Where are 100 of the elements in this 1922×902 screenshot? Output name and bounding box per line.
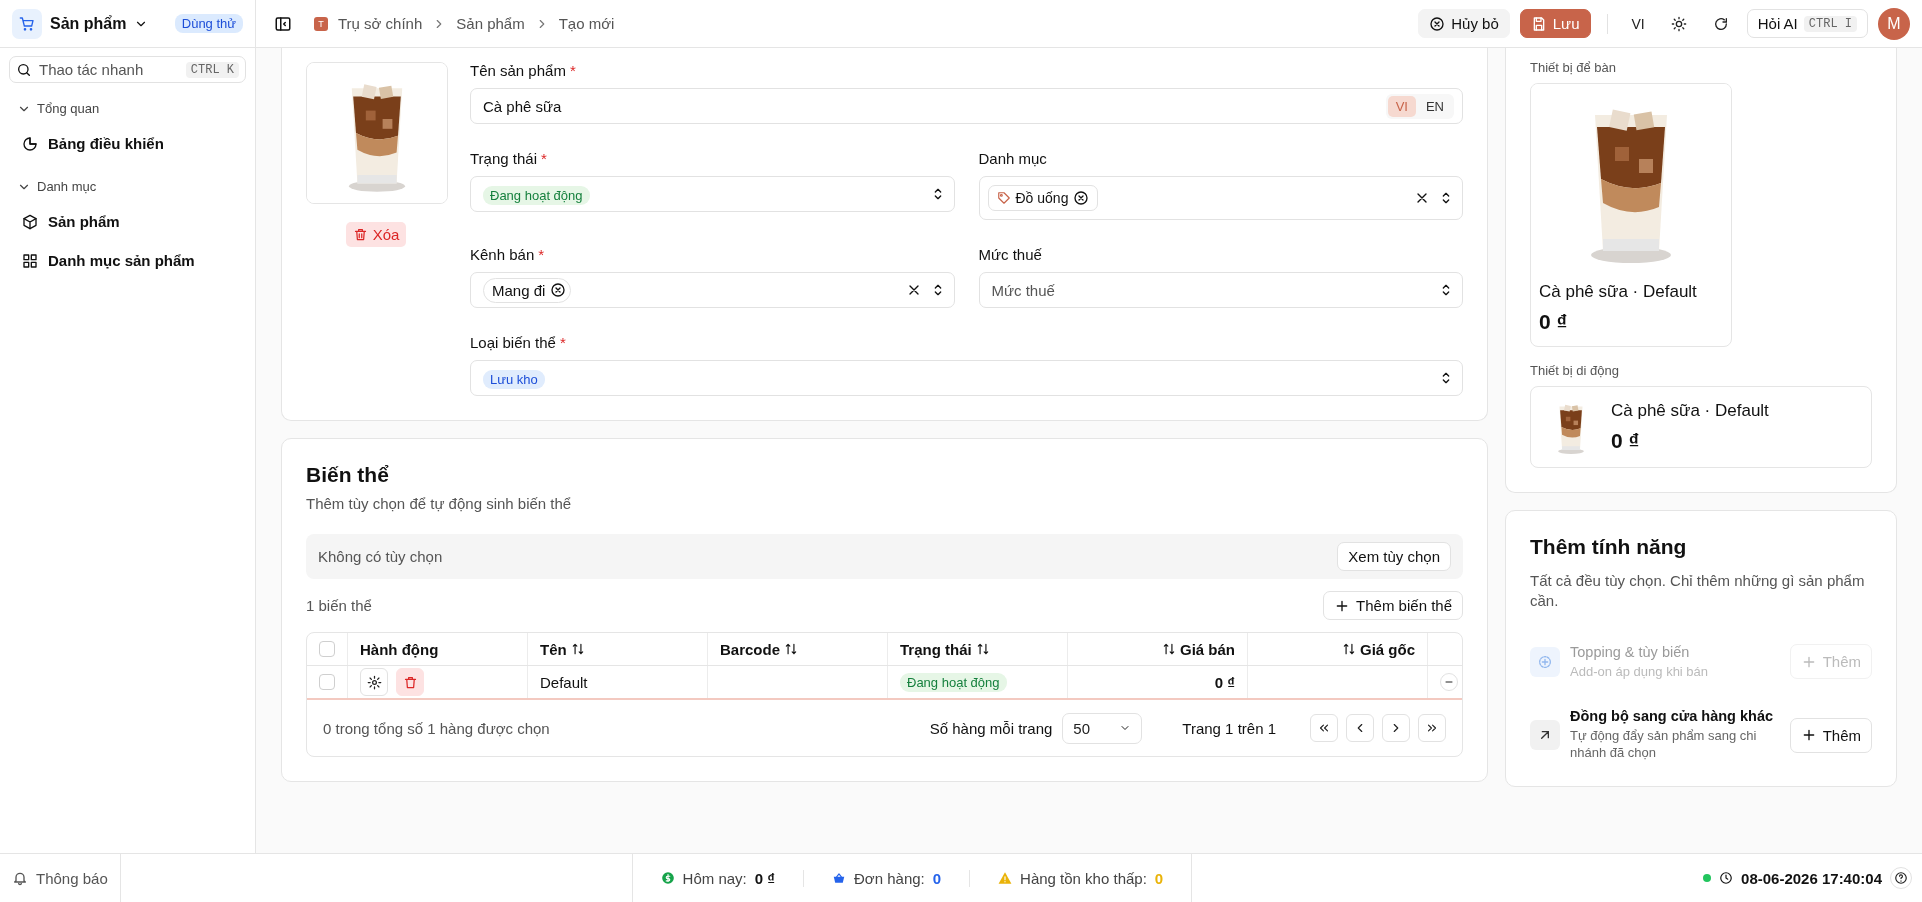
first-page-button[interactable] — [1310, 714, 1338, 742]
tag-icon — [996, 191, 1011, 205]
product-name-field[interactable]: Cà phê sữa VI EN — [470, 88, 1463, 124]
sidebar-item[interactable]: Sản phẩm — [9, 204, 246, 239]
stat-label: Đơn hàng: — [854, 869, 925, 887]
field-label: Trạng thái — [470, 150, 537, 167]
add-variant-button[interactable]: Thêm biến thể — [1323, 591, 1463, 620]
remove-row-button[interactable] — [1440, 673, 1458, 691]
feature-title: Đồng bộ sang cửa hàng khác — [1570, 708, 1775, 725]
rows-per-page-label: Số hàng mỗi trang — [929, 719, 1053, 737]
table-cell: 0 ₫ — [1214, 673, 1235, 691]
category-select[interactable]: Đồ uống — [978, 176, 1463, 220]
breadcrumb[interactable]: Trụ sở chính — [338, 15, 423, 32]
column-header[interactable]: Giá bán — [1067, 633, 1247, 665]
sort-icon — [1342, 642, 1356, 656]
field-label: Tên sản phẩm — [470, 62, 566, 79]
variant-count: 1 biến thể — [306, 597, 372, 614]
cart-icon — [12, 8, 42, 39]
delete-button[interactable] — [396, 668, 424, 696]
view-options-button[interactable]: Xem tùy chọn — [1337, 542, 1451, 571]
notifications-button[interactable]: Thông báo — [0, 854, 121, 902]
preview-caption: Thiết bị để bàn — [1530, 60, 1617, 75]
section-description: Tất cả đều tùy chọn. Chỉ thêm những gì sản phẩm cần. — [1530, 571, 1866, 612]
field-label: Mức thuế — [978, 246, 1042, 263]
stat-value: 0 — [932, 869, 942, 887]
box-icon — [22, 213, 38, 230]
breadcrumb[interactable]: Tạo mới — [558, 15, 615, 32]
bell-icon — [12, 870, 28, 886]
double-chevron-left-icon — [1317, 721, 1331, 735]
language-button[interactable]: VI — [1623, 11, 1653, 36]
variant-type-select[interactable]: Lưu kho — [470, 360, 1463, 396]
save-button[interactable]: Lưu — [1519, 9, 1591, 38]
sort-icon — [1162, 642, 1176, 656]
column-header[interactable]: Giá gốc — [1247, 633, 1427, 665]
select-all-checkbox[interactable] — [319, 641, 335, 657]
empty-options-text: Không có tùy chọn — [318, 548, 443, 565]
column-header[interactable]: Tên — [527, 633, 707, 665]
sidebar-item[interactable]: Danh mục sản phẩm — [9, 243, 246, 278]
search-field[interactable]: Thao tác nhanh CTRL K — [9, 56, 246, 83]
stat-label: Hôm nay: — [682, 869, 747, 887]
cancel-icon — [1429, 15, 1446, 32]
sidebar-toggle-icon — [274, 14, 292, 33]
refresh-icon — [1712, 15, 1729, 32]
field-label: Danh mục — [978, 150, 1047, 167]
sidebar-item[interactable]: Bảng điều khiển — [9, 126, 246, 161]
nav-group-header[interactable]: Danh mục — [9, 165, 246, 200]
section-subtitle: Thêm tùy chọn để tự động sinh biến thể — [306, 495, 573, 512]
double-chevron-right-icon — [1425, 721, 1439, 735]
gear-icon — [366, 674, 382, 690]
channel-select[interactable]: Mang đi — [470, 272, 955, 308]
trash-icon — [352, 227, 368, 242]
add-feature-button[interactable]: Thêm — [1789, 717, 1872, 753]
clock-icon — [1719, 871, 1734, 885]
status-select[interactable]: Đang hoạt động — [470, 176, 955, 212]
preview-price: 0 ₫ — [1611, 428, 1641, 453]
stat-value: 0 — [1154, 869, 1164, 887]
ask-ai-button[interactable]: Hỏi AI CTRL I — [1746, 9, 1868, 38]
required-mark: * — [538, 246, 545, 263]
remove-icon — [550, 282, 567, 298]
feature-title: Topping & tùy biến — [1570, 643, 1691, 660]
column-header[interactable]: Hành động — [347, 633, 527, 665]
sort-icon — [570, 642, 585, 656]
sun-icon — [1670, 15, 1687, 32]
row-checkbox[interactable] — [319, 674, 335, 690]
cancel-button[interactable]: Hủy bỏ — [1418, 9, 1510, 38]
trash-icon — [402, 674, 418, 690]
feature-subtitle: Tự động đẩy sản phẩm sang chi nhánh đã chọn — [1570, 728, 1758, 763]
page-info: Trang 1 trên 1 — [1182, 719, 1276, 737]
stat-value: 0 ₫ — [754, 869, 775, 887]
sort-icon — [975, 642, 990, 656]
help-button[interactable] — [1890, 867, 1912, 889]
datetime: 08-06-2026 17:40:04 — [1741, 869, 1882, 887]
sort-icon — [784, 642, 799, 656]
preview-caption: Thiết bị di động — [1530, 363, 1620, 378]
preview-title: Cà phê sữa · Default — [1611, 401, 1769, 421]
tax-select[interactable]: Mức thuế — [978, 272, 1463, 308]
help-icon — [1894, 871, 1908, 885]
last-page-button[interactable] — [1418, 714, 1446, 742]
search-input[interactable]: Thao tác nhanh — [39, 61, 179, 78]
required-mark: * — [541, 150, 547, 167]
remove-icon — [1073, 190, 1090, 206]
column-header[interactable]: Barcode — [707, 633, 887, 665]
section-title: Biến thể — [306, 463, 390, 487]
breadcrumb[interactable]: Sản phẩm — [456, 15, 525, 32]
search-icon — [16, 61, 32, 78]
column-header[interactable]: Trạng thái — [887, 633, 1067, 665]
nav-group-header[interactable]: Tổng quan — [9, 87, 246, 122]
user-avatar[interactable]: M — [1878, 7, 1910, 40]
required-mark: * — [569, 62, 576, 79]
language-tab[interactable]: EN — [1417, 95, 1452, 117]
delete-image-button[interactable]: Xóa — [345, 222, 407, 247]
rows-per-page-select[interactable]: 50 — [1062, 712, 1143, 744]
settings-button[interactable] — [360, 668, 388, 696]
preview-price: 0 ₫ — [1538, 309, 1569, 335]
org-avatar: T — [314, 16, 328, 31]
pie-chart-icon — [22, 135, 38, 152]
selection-summary: 0 trong tổng số 1 hàng được chọn — [323, 719, 550, 737]
grid-icon — [22, 252, 38, 269]
app-name[interactable]: Sản phẩm — [50, 14, 127, 33]
required-mark: * — [559, 334, 566, 351]
